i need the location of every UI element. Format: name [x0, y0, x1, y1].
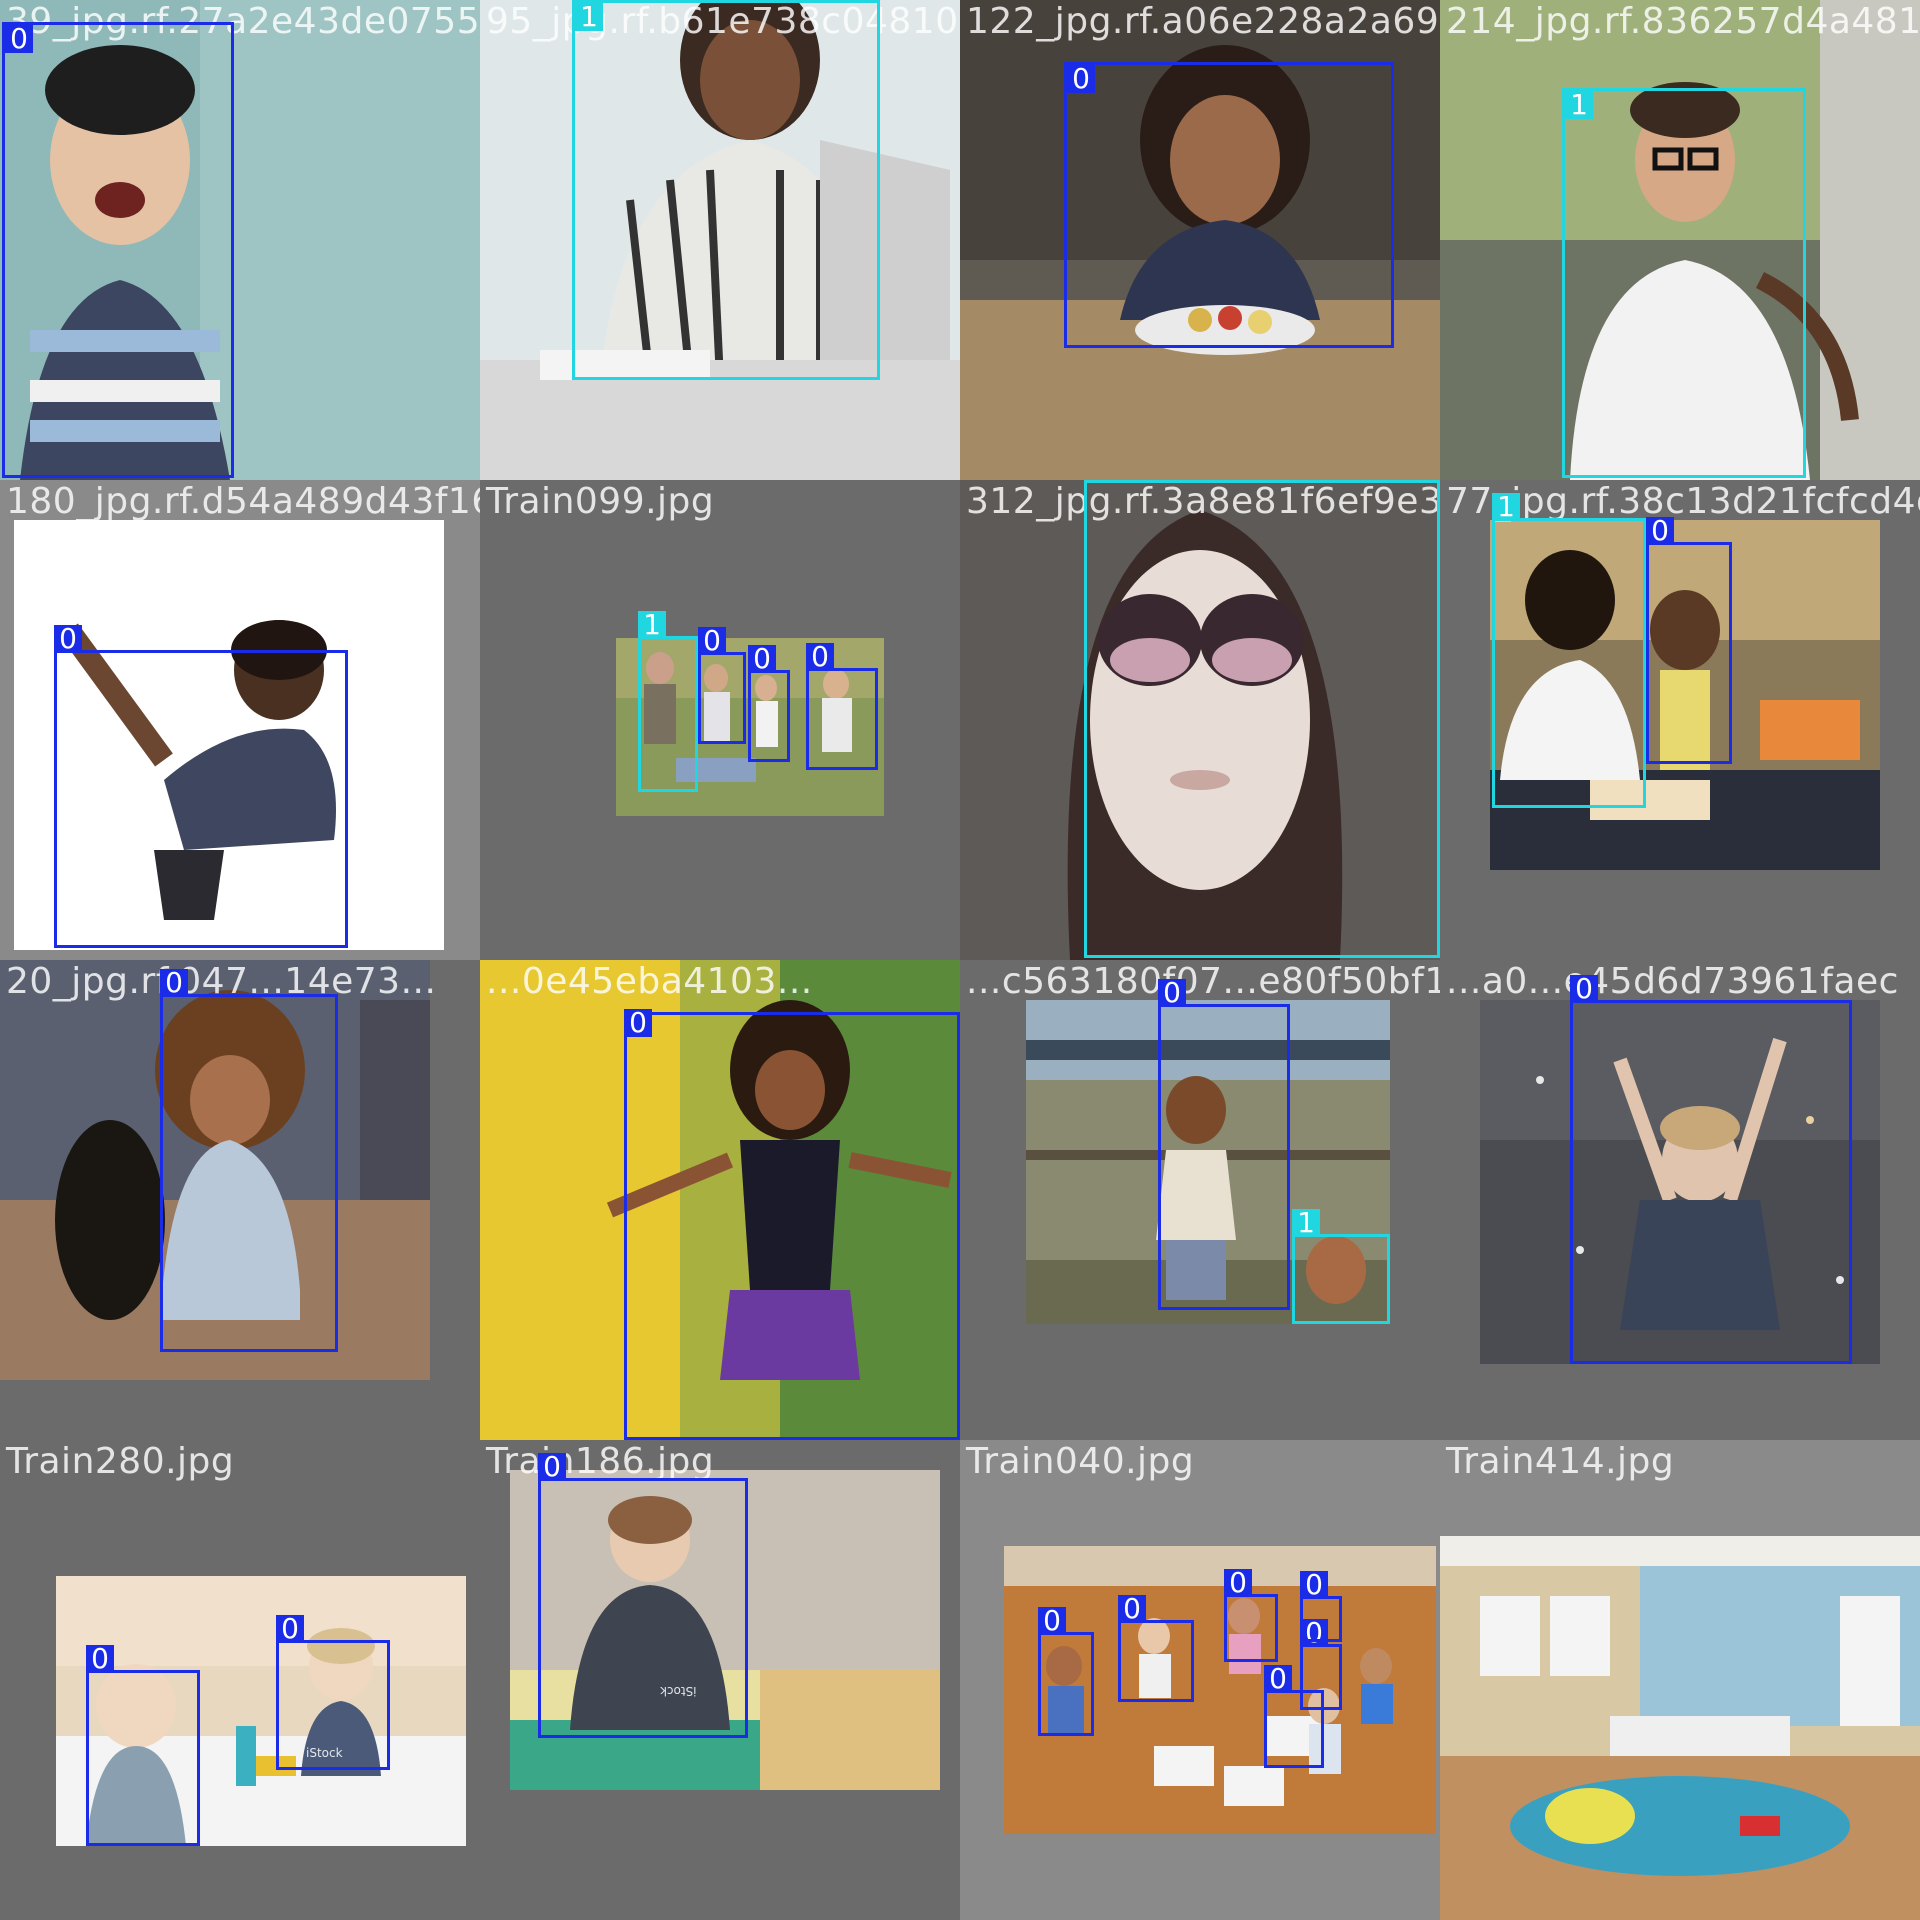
class-label: 1 [575, 3, 603, 31]
tile-title: ...c563180f07...e80f50bf17... [966, 961, 1440, 1002]
class-label: 0 [1300, 1571, 1328, 1599]
class-label: 0 [806, 643, 834, 671]
bbox-class-0: 0 [160, 969, 338, 1352]
class-label: 0 [1158, 979, 1186, 1007]
bbox-class-0: 0 [1646, 517, 1732, 764]
tile-title: Train414.jpg [1446, 1441, 1675, 1482]
tile-2[interactable]: 95_jpg.rf.b61e738c04810deaa3... 1 [480, 0, 960, 480]
bbox-class-1: 1 [572, 0, 880, 380]
tile-4[interactable]: 214_jpg.rf.836257d4a4812bc24 1 [1440, 0, 1920, 480]
bbox-class-0: 0 [1264, 1665, 1324, 1768]
class-label: 0 [54, 625, 82, 653]
bbox-class-1: 1 [1292, 1209, 1390, 1324]
tile-14[interactable]: Train186.jpg 0 iStock [480, 1440, 960, 1920]
bbox-class-0: 0 [748, 645, 790, 762]
tile-3[interactable]: 122_jpg.rf.a06e228a2a692e99... 0 [960, 0, 1440, 480]
bbox-class-0: 0 [624, 1009, 960, 1440]
class-label: 0 [538, 1453, 566, 1481]
bbox-class-1: 1 [638, 611, 698, 792]
bbox-class-0: 0 [698, 627, 746, 744]
class-label: 0 [698, 627, 726, 655]
bbox-class-0: 0 [538, 1453, 748, 1738]
class-label: 1 [1292, 1209, 1320, 1237]
class-label: 0 [1570, 975, 1598, 1003]
class-label: 0 [624, 1009, 652, 1037]
class-label: 0 [1224, 1569, 1252, 1597]
class-label: 0 [276, 1615, 304, 1643]
tile-7[interactable]: 312_jpg.rf.3a8e81f6ef9e3096... 1 [960, 480, 1440, 960]
tile-8[interactable]: 77_jpg.rf.38c13d21fcfcd4df 1 0 [1440, 480, 1920, 960]
bbox-class-0: 0 [1118, 1595, 1194, 1702]
bbox-class-0: 0 [1158, 979, 1290, 1310]
class-label: 0 [160, 969, 188, 997]
bbox-class-0: 0 [806, 643, 878, 770]
tile-title: Train099.jpg [486, 481, 715, 522]
bbox-class-0: 0 [86, 1645, 200, 1846]
bbox-class-0: 0 [1064, 62, 1394, 348]
class-label: 0 [1646, 517, 1674, 545]
bbox-class-1: 1 [1562, 88, 1806, 478]
class-label: 0 [5, 25, 33, 53]
tile-9[interactable]: 20_jpg.rf.047...14e73... 0 [0, 960, 480, 1440]
bbox-class-1: 1 [1084, 480, 1440, 958]
class-label: 1 [1492, 493, 1520, 521]
tile-title: Train280.jpg [6, 1441, 235, 1482]
tile-title: Train040.jpg [966, 1441, 1195, 1482]
tile-13[interactable]: Train280.jpg 0 0 iStock [0, 1440, 480, 1920]
tile-title: ...a0...e45d6d73961faec [1446, 961, 1899, 1002]
bbox-class-0: 0 [1300, 1571, 1342, 1642]
bbox-class-0: 0 [54, 625, 348, 948]
class-label: 1 [1084, 480, 1112, 483]
photo-empty-playroom [1440, 1536, 1920, 1920]
tile-6[interactable]: Train099.jpg 1 0 0 0 [480, 480, 960, 960]
class-label: 0 [86, 1645, 114, 1673]
bbox-class-0: 0 [2, 22, 234, 478]
tile-15[interactable]: Train040.jpg 0 0 0 0 0 0 [960, 1440, 1440, 1920]
class-label: 0 [1067, 65, 1095, 93]
tile-title: 180_jpg.rf.d54a489d43f1641f4... [6, 481, 480, 522]
detection-mosaic: 39_jpg.rf.27a2e43de07557c9... 0 95_jpg.r… [0, 0, 1920, 1920]
bbox-class-0: 0 [1570, 975, 1852, 1364]
tile-1[interactable]: 39_jpg.rf.27a2e43de07557c9... 0 [0, 0, 480, 480]
tile-10[interactable]: ...0e45eba4103... 0 [480, 960, 960, 1440]
class-label: 0 [1118, 1595, 1146, 1623]
class-label: 1 [638, 611, 666, 639]
tile-5[interactable]: 180_jpg.rf.d54a489d43f1641f4... 0 [0, 480, 480, 960]
tile-12[interactable]: ...a0...e45d6d73961faec 0 [1440, 960, 1920, 1440]
tile-11[interactable]: ...c563180f07...e80f50bf17... 0 1 [960, 960, 1440, 1440]
class-label: 0 [1264, 1665, 1292, 1693]
bbox-class-1: 1 [1492, 493, 1646, 808]
bbox-class-0: 0 [1038, 1607, 1094, 1736]
class-label: 1 [1565, 91, 1593, 119]
tile-16[interactable]: Train414.jpg [1440, 1440, 1920, 1920]
istock-watermark: iStock [306, 1746, 343, 1760]
bbox-class-0: 0 [1224, 1569, 1278, 1662]
istock-watermark: iStock [660, 1684, 697, 1698]
class-label: 0 [1038, 1607, 1066, 1635]
class-label: 0 [748, 645, 776, 673]
